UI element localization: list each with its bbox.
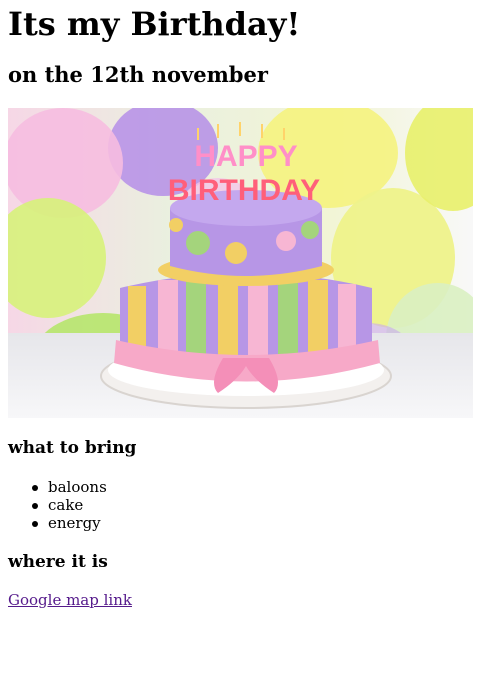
google-map-link[interactable]: Google map link — [8, 590, 132, 610]
what-to-bring-heading: what to bring — [8, 438, 137, 458]
birthday-cake-image: HAPPY BIRTHDAY — [8, 108, 473, 418]
where-it-is-heading: where it is — [8, 552, 108, 572]
bring-list: baloons cake energy — [8, 478, 107, 532]
page-title: Its my Birthday! — [8, 5, 301, 43]
list-item: cake — [32, 496, 107, 514]
list-item: baloons — [32, 478, 107, 496]
list-item: energy — [32, 514, 107, 532]
cake-topper-happy: HAPPY — [194, 140, 297, 173]
cake-topper-birthday: BIRTHDAY — [168, 174, 320, 207]
page-subtitle: on the 12th november — [8, 62, 268, 87]
